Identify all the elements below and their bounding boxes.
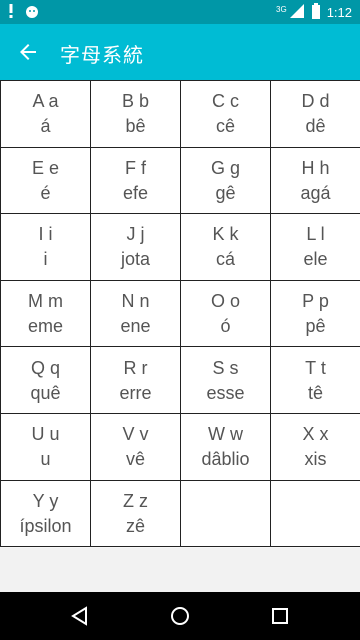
letter-pair: G g (210, 157, 240, 178)
letter-pair: C c (212, 91, 239, 112)
letter-pair: B b (121, 91, 150, 112)
letter-name: gê (215, 182, 236, 203)
page-title: 字母系統 (60, 45, 144, 67)
letter-pair: F f (125, 157, 146, 178)
letter-cell[interactable]: S s esse (181, 347, 271, 414)
home-circle-icon[interactable] (168, 604, 192, 628)
signal-icon (289, 3, 305, 22)
android-bug-icon (24, 3, 40, 24)
navigation-bar (0, 592, 360, 640)
letter-pair: R r (123, 357, 148, 378)
letter-cell[interactable]: Q q quê (1, 347, 91, 414)
letter-name: jota (120, 249, 151, 270)
letter-name: bê (125, 116, 146, 137)
network-label: 3G (276, 5, 287, 14)
letter-name: ele (303, 249, 328, 270)
letter-name: zê (125, 515, 145, 536)
letter-cell[interactable]: Z z zê (91, 480, 181, 548)
letter-pair: Y y (32, 490, 59, 511)
letter-cell[interactable]: P p pê (271, 280, 360, 348)
letter-cell[interactable]: F f efe (91, 147, 181, 215)
letter-cell[interactable]: Y y ípsilon (1, 480, 91, 548)
letter-cell[interactable]: A a á (1, 81, 91, 148)
letter-cell[interactable]: J j jota (91, 214, 181, 281)
letter-cell[interactable]: O o ó (181, 280, 271, 348)
empty-cell (181, 480, 271, 548)
letter-cell[interactable]: G g gê (181, 147, 271, 215)
letter-name: cá (215, 249, 235, 270)
letter-name: i (43, 249, 48, 270)
letter-cell[interactable]: X x xis (271, 413, 360, 481)
letter-cell[interactable]: V v vê (91, 413, 181, 481)
letter-pair: A a (32, 91, 59, 112)
letter-name: erre (119, 382, 152, 403)
letter-name: ípsilon (19, 515, 72, 536)
app-bar: 字母系統 (0, 24, 360, 80)
letter-cell[interactable]: I i i (1, 214, 91, 281)
letter-pair: P p (302, 291, 329, 312)
letter-pair: S s (212, 357, 239, 378)
letter-cell[interactable]: K k cá (181, 214, 271, 281)
letter-pair: J j (126, 224, 145, 245)
letter-name: pê (305, 316, 326, 337)
letter-cell[interactable]: L l ele (271, 214, 360, 281)
letter-pair: U u (31, 424, 60, 445)
letter-name: á (40, 116, 51, 137)
alert-icon (8, 3, 14, 24)
letter-pair: T t (305, 357, 326, 378)
letter-pair: O o (210, 291, 240, 312)
letter-cell[interactable]: T t tê (271, 347, 360, 414)
letter-name: dâblio (201, 449, 250, 470)
letter-cell[interactable]: H h agá (271, 147, 360, 215)
letter-cell[interactable]: M m eme (1, 280, 91, 348)
alphabet-area: A a á B b bê C c cê D d dê E e é F f efe G g gê… (0, 80, 360, 548)
arrow-left-icon[interactable] (16, 40, 40, 64)
empty-cell (271, 480, 360, 548)
letter-name: ó (220, 316, 231, 337)
letter-pair: M m (28, 291, 63, 312)
letter-name: dê (305, 116, 326, 137)
letter-pair: I i (38, 224, 53, 245)
alphabet-grid: A a á B b bê C c cê D d dê E e é F f efe G g gê… (0, 80, 360, 548)
letter-cell[interactable]: E e é (1, 147, 91, 215)
letter-name: é (40, 182, 51, 203)
letter-name: cê (215, 116, 235, 137)
letter-pair: H h (301, 157, 330, 178)
letter-pair: D d (301, 91, 330, 112)
letter-name: eme (27, 316, 63, 337)
letter-cell[interactable]: R r erre (91, 347, 181, 414)
letter-pair: L l (306, 224, 325, 245)
letter-cell[interactable]: D d dê (271, 81, 360, 148)
letter-name: xis (304, 449, 327, 470)
letter-pair: K k (212, 224, 239, 245)
letter-name: tê (307, 382, 323, 403)
letter-pair: X x (302, 424, 329, 445)
letter-cell[interactable]: B b bê (91, 81, 181, 148)
letter-pair: E e (31, 157, 60, 178)
letter-name: efe (122, 182, 149, 203)
letter-name: vê (125, 449, 145, 470)
back-triangle-icon[interactable] (68, 604, 92, 628)
letter-name: esse (206, 382, 245, 403)
recents-square-icon[interactable] (268, 604, 292, 628)
letter-cell[interactable]: N n ene (91, 280, 181, 348)
letter-name: u (40, 449, 51, 470)
letter-pair: W w (208, 424, 243, 445)
letter-name: ene (120, 316, 151, 337)
letter-pair: Z z (123, 490, 148, 511)
letter-name: agá (300, 182, 331, 203)
letter-pair: V v (122, 424, 149, 445)
letter-pair: Q q (30, 357, 60, 378)
status-bar: 3G 1:12 (0, 0, 360, 24)
letter-cell[interactable]: W w dâblio (181, 413, 271, 481)
letter-name: quê (30, 382, 61, 403)
battery-icon (311, 3, 321, 22)
clock-time: 1:12 (326, 5, 352, 20)
letter-cell[interactable]: U u u (1, 413, 91, 481)
letter-cell[interactable]: C c cê (181, 81, 271, 148)
letter-pair: N n (121, 291, 150, 312)
